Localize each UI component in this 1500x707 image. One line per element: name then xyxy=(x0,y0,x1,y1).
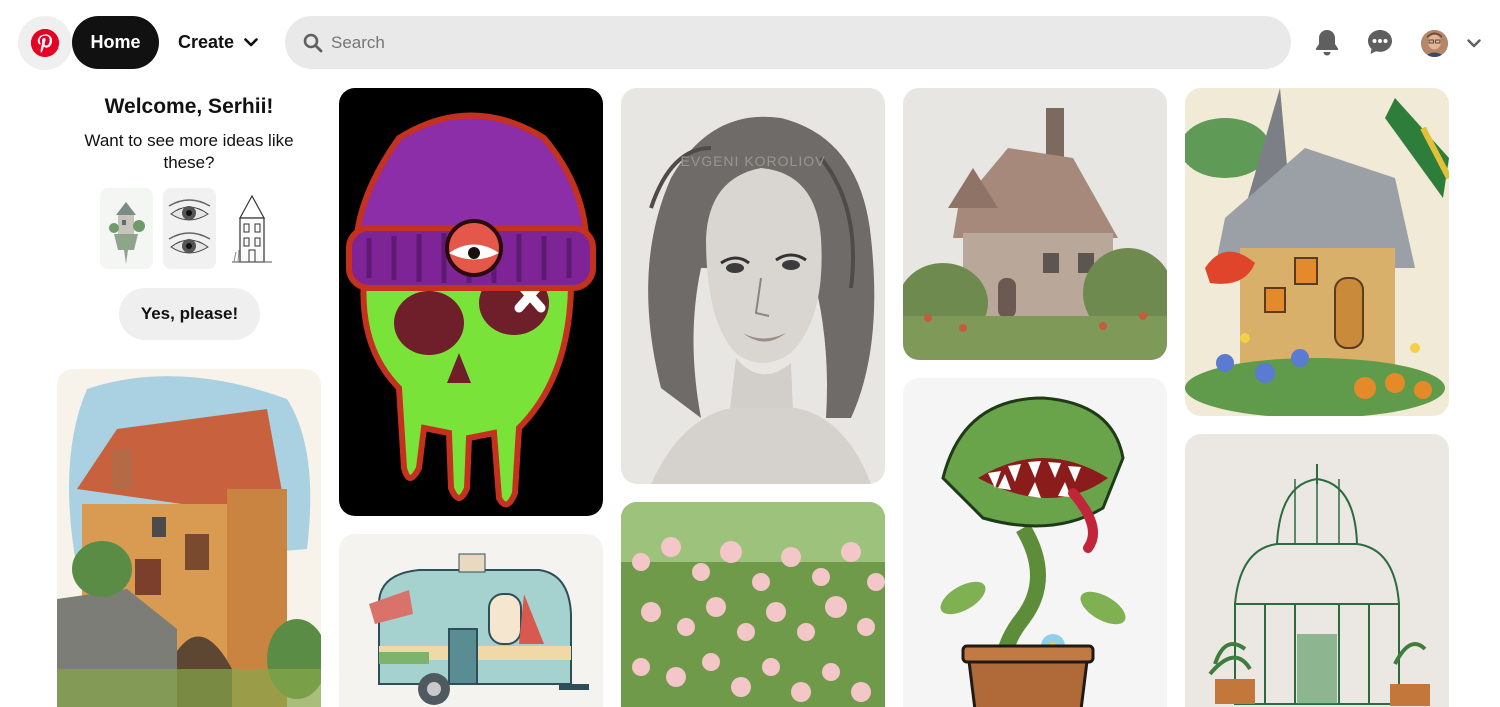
pin-watercolor-stone-house[interactable] xyxy=(57,369,321,707)
pin-zombie-skull-beanie[interactable] xyxy=(339,88,603,516)
pin-camper-van[interactable] xyxy=(339,534,603,707)
pin-cottage-drawing[interactable] xyxy=(903,88,1167,360)
top-nav-bar: Home Create Search xyxy=(0,0,1500,86)
account-menu-chevron-icon[interactable] xyxy=(1464,34,1484,52)
thumbnail-floating-house xyxy=(100,188,153,269)
user-avatar[interactable] xyxy=(1421,30,1448,57)
welcome-subtitle: Want to see more ideas like these? xyxy=(84,131,294,172)
chat-icon[interactable] xyxy=(1362,24,1398,60)
create-button-label: Create xyxy=(178,32,235,52)
create-menu-button[interactable]: Create xyxy=(166,16,270,69)
chevron-down-icon xyxy=(244,38,258,47)
pin-rose-bush[interactable] xyxy=(621,502,885,707)
pin-carnivorous-plant[interactable] xyxy=(903,378,1167,707)
welcome-panel: Welcome, Serhii! Want to see more ideas … xyxy=(57,90,321,340)
home-button-label: Home xyxy=(90,32,141,52)
yes-please-button[interactable]: Yes, please! xyxy=(119,288,260,340)
thumbnail-victorian-house xyxy=(226,188,279,269)
yes-please-label: Yes, please! xyxy=(140,304,239,323)
pin-pencil-portrait[interactable]: EVGENI KOROLIOV xyxy=(621,88,885,484)
portrait-watermark: EVGENI KOROLIOV xyxy=(681,153,826,169)
pin-greenhouse-sketch[interactable] xyxy=(1185,434,1449,707)
pinterest-p-icon xyxy=(31,29,59,57)
thumbnail-eyes xyxy=(163,188,216,269)
idea-thumbnails xyxy=(100,188,279,269)
home-button[interactable]: Home xyxy=(72,16,159,69)
search-placeholder: Search xyxy=(331,32,385,52)
search-icon xyxy=(303,33,323,53)
welcome-title: Welcome, Serhii! xyxy=(104,95,274,118)
search-input[interactable]: Search xyxy=(285,16,1291,69)
pin-fairy-house[interactable] xyxy=(1185,88,1449,416)
bell-icon[interactable] xyxy=(1309,24,1345,60)
pinterest-logo[interactable] xyxy=(18,16,72,70)
